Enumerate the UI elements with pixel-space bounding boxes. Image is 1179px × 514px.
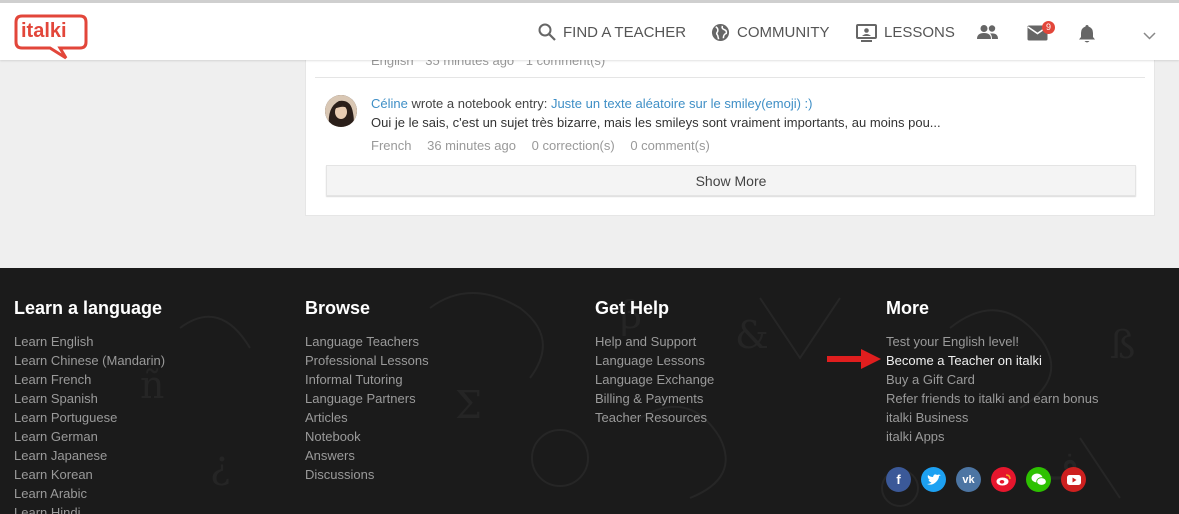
nav-lessons[interactable]: LESSONS [856,23,955,42]
footer-link[interactable]: italki Business [886,408,1098,427]
footer-link[interactable]: Help and Support [595,332,714,351]
footer-column-learn: Learn a language Learn English Learn Chi… [14,298,165,514]
top-header: italki FIND A TEACHER COMMUNITY LESSONS [0,0,1179,60]
footer-link[interactable]: Learn French [14,370,165,389]
messages-icon[interactable]: 9 [1027,21,1055,46]
nav-lessons-label: LESSONS [884,24,955,41]
footer-link[interactable]: Learn Spanish [14,389,165,408]
youtube-icon[interactable] [1061,467,1086,492]
footer-link[interactable]: Language Teachers [305,332,429,351]
facebook-icon[interactable]: f [886,467,911,492]
logo-text: italki [21,20,67,42]
nav-find-teacher-label: FIND A TEACHER [563,23,687,41]
footer-link[interactable]: Professional Lessons [305,351,429,370]
twitter-icon[interactable] [921,467,946,492]
footer-column-more: More Test your English level! Become a T… [886,298,1098,446]
nav-community[interactable]: COMMUNITY [711,23,830,42]
footer-link[interactable]: Learn Chinese (Mandarin) [14,351,165,370]
footer-heading-help: Get Help [595,298,670,318]
site-footer: Σ & ف β ¿ ß ñ Learn a language Learn Eng… [0,268,1179,514]
footer-link[interactable]: Discussions [305,465,429,484]
footer-link[interactable]: Learn Korean [14,465,165,484]
nav-find-teacher[interactable]: FIND A TEACHER [538,23,686,41]
footer-link[interactable]: Learn German [14,427,165,446]
footer-link[interactable]: Language Partners [305,389,429,408]
nav-community-label: COMMUNITY [737,24,830,41]
footer-heading-browse: Browse [305,298,371,318]
chevron-down-icon[interactable] [1143,27,1156,45]
svg-text:&: & [735,313,769,357]
footer-link[interactable]: Articles [305,408,429,427]
footer-link[interactable]: Learn Hindi [14,503,165,514]
wechat-icon[interactable] [1026,467,1051,492]
entry-action-text: wrote a notebook entry: [407,96,551,111]
vk-icon[interactable]: vk [956,467,981,492]
footer-heading-learn: Learn a language [14,298,163,318]
show-more-button[interactable]: Show More [326,165,1136,196]
footer-column-help: Get Help Help and Support Language Lesso… [595,298,714,427]
svg-text:¿: ¿ [210,443,230,487]
become-teacher-link[interactable]: Become a Teacher on italki [886,351,1098,370]
search-icon [538,23,556,41]
entry-headline: Céline wrote a notebook entry: Juste un … [371,96,813,111]
entry-meta: French 36 minutes ago 0 correction(s) 0 … [371,138,722,153]
footer-link[interactable]: Language Exchange [595,370,714,389]
entry-title-link[interactable]: Juste un texte aléatoire sur le smiley(e… [551,96,813,111]
activity-feed-panel: English 35 minutes ago 1 comment(s) Céli… [305,48,1155,216]
footer-link[interactable]: Test your English level! [886,332,1098,351]
footer-link[interactable]: Refer friends to italki and earn bonus [886,389,1098,408]
entry-comments[interactable]: 0 comment(s) [630,138,709,153]
weibo-icon[interactable] [991,467,1016,492]
footer-link[interactable]: Notebook [305,427,429,446]
footer-link[interactable]: italki Apps [886,427,1098,446]
footer-link[interactable]: Buy a Gift Card [886,370,1098,389]
footer-heading-more: More [886,298,930,318]
footer-link[interactable]: Learn Japanese [14,446,165,465]
entry-time: 36 minutes ago [427,138,516,153]
globe-icon [711,23,730,42]
lesson-screen-icon [856,24,877,42]
entry-user-link[interactable]: Céline [371,96,408,111]
footer-link[interactable]: Answers [305,446,429,465]
annotation-arrow-icon [827,349,881,374]
footer-link[interactable]: Billing & Payments [595,389,714,408]
svg-text:ß: ß [1110,323,1135,367]
notifications-bell-icon[interactable] [1078,24,1096,49]
footer-column-browse: Browse Language Teachers Professional Le… [305,298,429,484]
entry-language: French [371,138,412,153]
footer-link[interactable]: Informal Tutoring [305,370,429,389]
footer-link[interactable]: Learn English [14,332,165,351]
social-links: f vk [886,467,1086,492]
footer-link[interactable]: Teacher Resources [595,408,714,427]
italki-logo[interactable]: italki [14,12,88,60]
footer-link[interactable]: Language Lessons [595,351,714,370]
svg-text:Σ: Σ [455,383,482,427]
avatar[interactable] [325,95,357,127]
entry-divider [315,77,1145,78]
messages-badge: 9 [1042,21,1055,34]
footer-link[interactable]: Learn Portuguese [14,408,165,427]
entry-excerpt: Oui je le sais, c'est un sujet très biza… [371,115,941,130]
footer-link[interactable]: Learn Arabic [14,484,165,503]
friends-icon[interactable] [976,24,999,45]
entry-corrections[interactable]: 0 correction(s) [532,138,615,153]
